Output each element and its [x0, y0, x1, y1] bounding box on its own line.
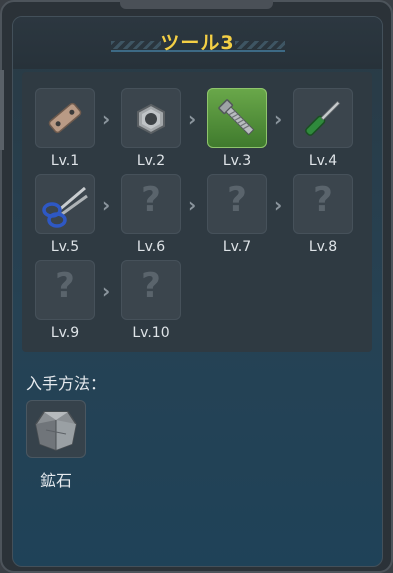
tool-level-label: Lv.7 [222, 239, 252, 255]
chevron-right-icon: › [274, 107, 283, 131]
tool-level-label: Lv.3 [222, 153, 252, 169]
tool-level-label: Lv.1 [50, 153, 80, 169]
chevron-right-icon: › [102, 279, 111, 303]
ore-icon [35, 411, 77, 451]
bolt-icon [218, 99, 255, 136]
tool-slot-lv1[interactable] [35, 88, 95, 148]
tool-slot-lv9[interactable]: ? [35, 260, 95, 320]
chevron-right-icon: › [102, 193, 111, 217]
tool-level-label: Lv.6 [136, 239, 166, 255]
tool-level-label: Lv.10 [132, 325, 170, 341]
panel-title: ツール3 [160, 32, 235, 54]
unknown-icon: ? [141, 180, 161, 220]
tool-level-label: Lv.9 [50, 325, 80, 341]
tool-slot-lv2[interactable] [121, 88, 181, 148]
tool-level-label: Lv.2 [136, 153, 166, 169]
chevron-right-icon: › [188, 107, 197, 131]
tool-level-label: Lv.8 [308, 239, 338, 255]
ore-source-slot[interactable] [26, 400, 86, 458]
tool-slot-lv10[interactable]: ? [121, 260, 181, 320]
unknown-icon: ? [55, 266, 75, 306]
metal-plate-icon [48, 102, 82, 134]
tool-slot-lv7[interactable]: ? [207, 174, 267, 234]
unknown-icon: ? [141, 266, 161, 306]
tool-level-label: Lv.5 [50, 239, 80, 255]
hex-nut-icon [137, 103, 165, 135]
chevron-right-icon: › [188, 193, 197, 217]
frame-notch [120, 0, 273, 9]
tool-level-label: Lv.4 [308, 153, 338, 169]
acquisition-label: 入手方法： [26, 374, 107, 393]
tool-slot-lv4[interactable] [293, 88, 353, 148]
screwdriver-icon [305, 100, 341, 136]
title-bar: ツール3 [13, 17, 382, 69]
tool-slot-lv8[interactable]: ? [293, 174, 353, 234]
tool-slot-lv6[interactable]: ? [121, 174, 181, 234]
scissors-icon [42, 186, 88, 228]
unknown-icon: ? [313, 180, 333, 220]
tool-slot-lv5[interactable] [35, 174, 95, 234]
unknown-icon: ? [227, 180, 247, 220]
frame-edge [0, 70, 4, 150]
chevron-right-icon: › [102, 107, 111, 131]
tool-slot-lv3[interactable] [207, 88, 267, 148]
ore-source-label: 鉱石 [39, 471, 72, 490]
chevron-right-icon: › [274, 193, 283, 217]
